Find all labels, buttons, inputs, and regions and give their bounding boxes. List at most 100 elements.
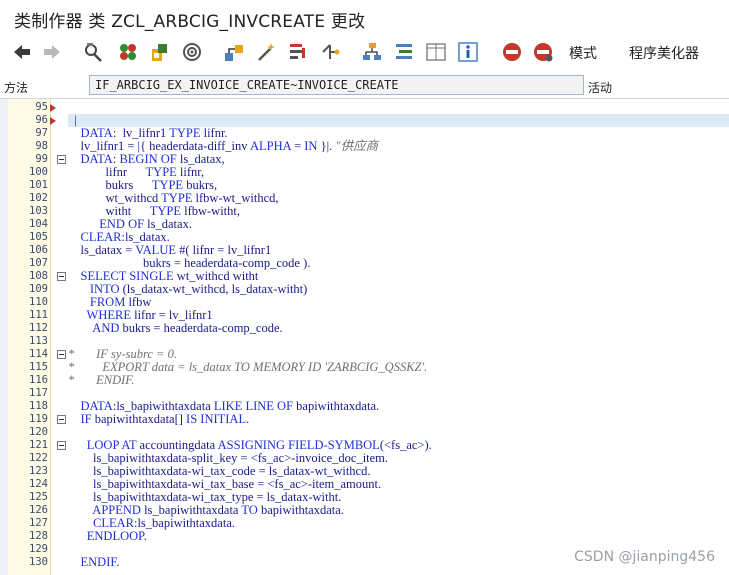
keyword-token: DATA	[68, 126, 113, 140]
activate-icon[interactable]	[116, 40, 140, 64]
keyword-token: TYPE	[145, 165, 177, 179]
fold-toggle-icon[interactable]	[57, 272, 66, 281]
line-number: 109	[29, 283, 48, 295]
line-number: 107	[29, 257, 48, 269]
line-number: 116	[29, 374, 48, 386]
line-number: 121	[29, 439, 48, 451]
line-number: 102	[29, 192, 48, 204]
change-marker-icon	[50, 117, 56, 125]
keyword-token: TYPE	[151, 178, 184, 192]
comment-text: * ENDIF.	[68, 374, 729, 387]
breakpoint-icon[interactable]	[500, 40, 524, 64]
status-label: 活动	[588, 81, 613, 95]
external-breakpoint-icon[interactable]	[531, 40, 555, 64]
line-number: 101	[29, 179, 48, 191]
keyword-token: DATA	[68, 152, 113, 166]
code-token: (ls_datax-wt_withcd, ls_datax-witht)	[119, 282, 308, 296]
fold-toggle-icon[interactable]	[57, 441, 66, 450]
code-token: wt_withcd	[68, 191, 162, 205]
fold-toggle-icon[interactable]	[57, 350, 66, 359]
comment-text: * EXPORT data = ls_datax TO MEMORY ID 'Z…	[68, 361, 729, 374]
code-token: (<fs_ac>).	[379, 438, 432, 452]
keyword-token: TO	[241, 503, 258, 517]
code-token: bukrs	[68, 178, 152, 192]
code-line[interactable]: 128 ENDLOOP.	[0, 530, 729, 543]
hierarchy-icon[interactable]	[360, 40, 384, 64]
keyword-token: FROM	[68, 295, 126, 309]
keyword-token: VALUE	[135, 243, 176, 257]
keyword-token: IF	[68, 412, 92, 426]
code-token: ls_datax,	[176, 152, 225, 166]
keyword-token: END OF	[68, 217, 145, 231]
insert-statement-icon[interactable]	[285, 40, 309, 64]
window-title: 类制作器 类 ZCL_ARBCIG_INVCREATE 更改	[14, 12, 366, 32]
code-token: wt_withcd witht	[173, 269, 259, 283]
comment-token: "供应商	[335, 139, 379, 153]
code-token: lifnr,	[176, 165, 205, 179]
code-token: |	[68, 113, 77, 127]
line-number: 111	[29, 309, 48, 321]
line-number: 105	[29, 231, 48, 243]
code-token: lv_lifnr1 = |{ headerdata-diff_inv	[68, 139, 250, 153]
code-text: ENDLOOP.	[68, 530, 729, 543]
magic-wand-icon[interactable]	[254, 40, 278, 64]
line-number: 98	[35, 140, 48, 152]
fold-toggle-icon[interactable]	[57, 155, 66, 164]
keyword-token: TYPE	[161, 191, 193, 205]
line-number: 123	[29, 465, 48, 477]
line-number: 119	[29, 413, 48, 425]
line-number: 108	[29, 270, 48, 282]
code-text: CLEAR:ls_bapiwithtaxdata.	[68, 517, 729, 530]
comment-token: * IF sy-subrc = 0.	[68, 347, 177, 361]
code-token: bukrs = headerdata-comp_code ).	[68, 256, 311, 270]
object-list-icon[interactable]	[222, 40, 246, 64]
line-number: 124	[29, 478, 48, 490]
pattern-icon[interactable]	[318, 40, 342, 64]
code-line[interactable]: 119 IF bapiwithtaxdata[] IS INITIAL.	[0, 413, 729, 426]
display-change-icon[interactable]	[82, 40, 106, 64]
forward-arrow-icon[interactable]	[40, 40, 64, 64]
method-label: 方法	[4, 81, 29, 95]
keyword-token: INTO	[68, 282, 120, 296]
code-token: bukrs,	[183, 178, 218, 192]
keyword-token: DATA	[68, 399, 113, 413]
line-number: 95	[35, 101, 48, 113]
keyword-token: AND	[68, 321, 120, 335]
code-editor[interactable]: 95 96 | 97 DATA: lv_lifnr1 TYPE lifnr. 98 l…	[0, 98, 729, 575]
pretty-printer-button[interactable]: 程序美化器	[629, 43, 699, 63]
code-token: .	[116, 555, 120, 569]
code-token: ls_datax =	[68, 243, 136, 257]
code-token: :ls_bapiwithtaxdata	[112, 399, 214, 413]
keyword-token: APPEND	[68, 503, 141, 517]
info-icon[interactable]	[456, 40, 480, 64]
check-object-icon[interactable]	[148, 40, 172, 64]
comment-token: * EXPORT data = ls_datax TO MEMORY ID 'Z…	[68, 360, 428, 374]
split-screen-icon[interactable]	[424, 40, 448, 64]
code-token: ls_bapiwithtaxdata-wi_tax_code = ls_data…	[68, 464, 371, 478]
keyword-token: TYPE	[149, 204, 181, 218]
fold-toggle-icon[interactable]	[57, 415, 66, 424]
keyword-token: CLEAR	[68, 516, 134, 530]
line-number: 106	[29, 244, 48, 256]
window-title-bar: 类制作器 类 ZCL_ARBCIG_INVCREATE 更改	[0, 0, 729, 36]
where-used-icon[interactable]	[180, 40, 204, 64]
code-token: bapiwithtaxdata.	[257, 503, 344, 517]
code-text: IF bapiwithtaxdata[] IS INITIAL.	[68, 413, 729, 426]
mode-button[interactable]: 模式	[569, 43, 597, 63]
line-number: 97	[35, 127, 48, 139]
line-number: 129	[29, 543, 48, 555]
code-token: bukrs = headerdata-comp_code.	[119, 321, 283, 335]
code-token: witht	[68, 204, 150, 218]
method-name-field[interactable]: IF_ARBCIG_EX_INVOICE_CREATE~INVOICE_CREA…	[89, 75, 584, 95]
code-token: bapiwithtaxdata[]	[91, 412, 187, 426]
method-bar: 方法 IF_ARBCIG_EX_INVOICE_CREATE~INVOICE_C…	[0, 72, 729, 98]
code-token: ls_bapiwithtaxdata-wi_tax_base = <fs_ac>…	[68, 477, 382, 491]
code-line[interactable]: 95	[0, 101, 729, 114]
back-arrow-icon[interactable]	[10, 40, 34, 64]
code-line[interactable]: 116 * ENDIF.	[0, 374, 729, 387]
code-token: :ls_bapiwithtaxdata.	[133, 516, 236, 530]
code-line[interactable]: 112 AND bukrs = headerdata-comp_code.	[0, 322, 729, 335]
line-number: 117	[29, 387, 48, 399]
keyword-token: ALPHA	[249, 139, 291, 153]
stack-icon[interactable]	[392, 40, 416, 64]
